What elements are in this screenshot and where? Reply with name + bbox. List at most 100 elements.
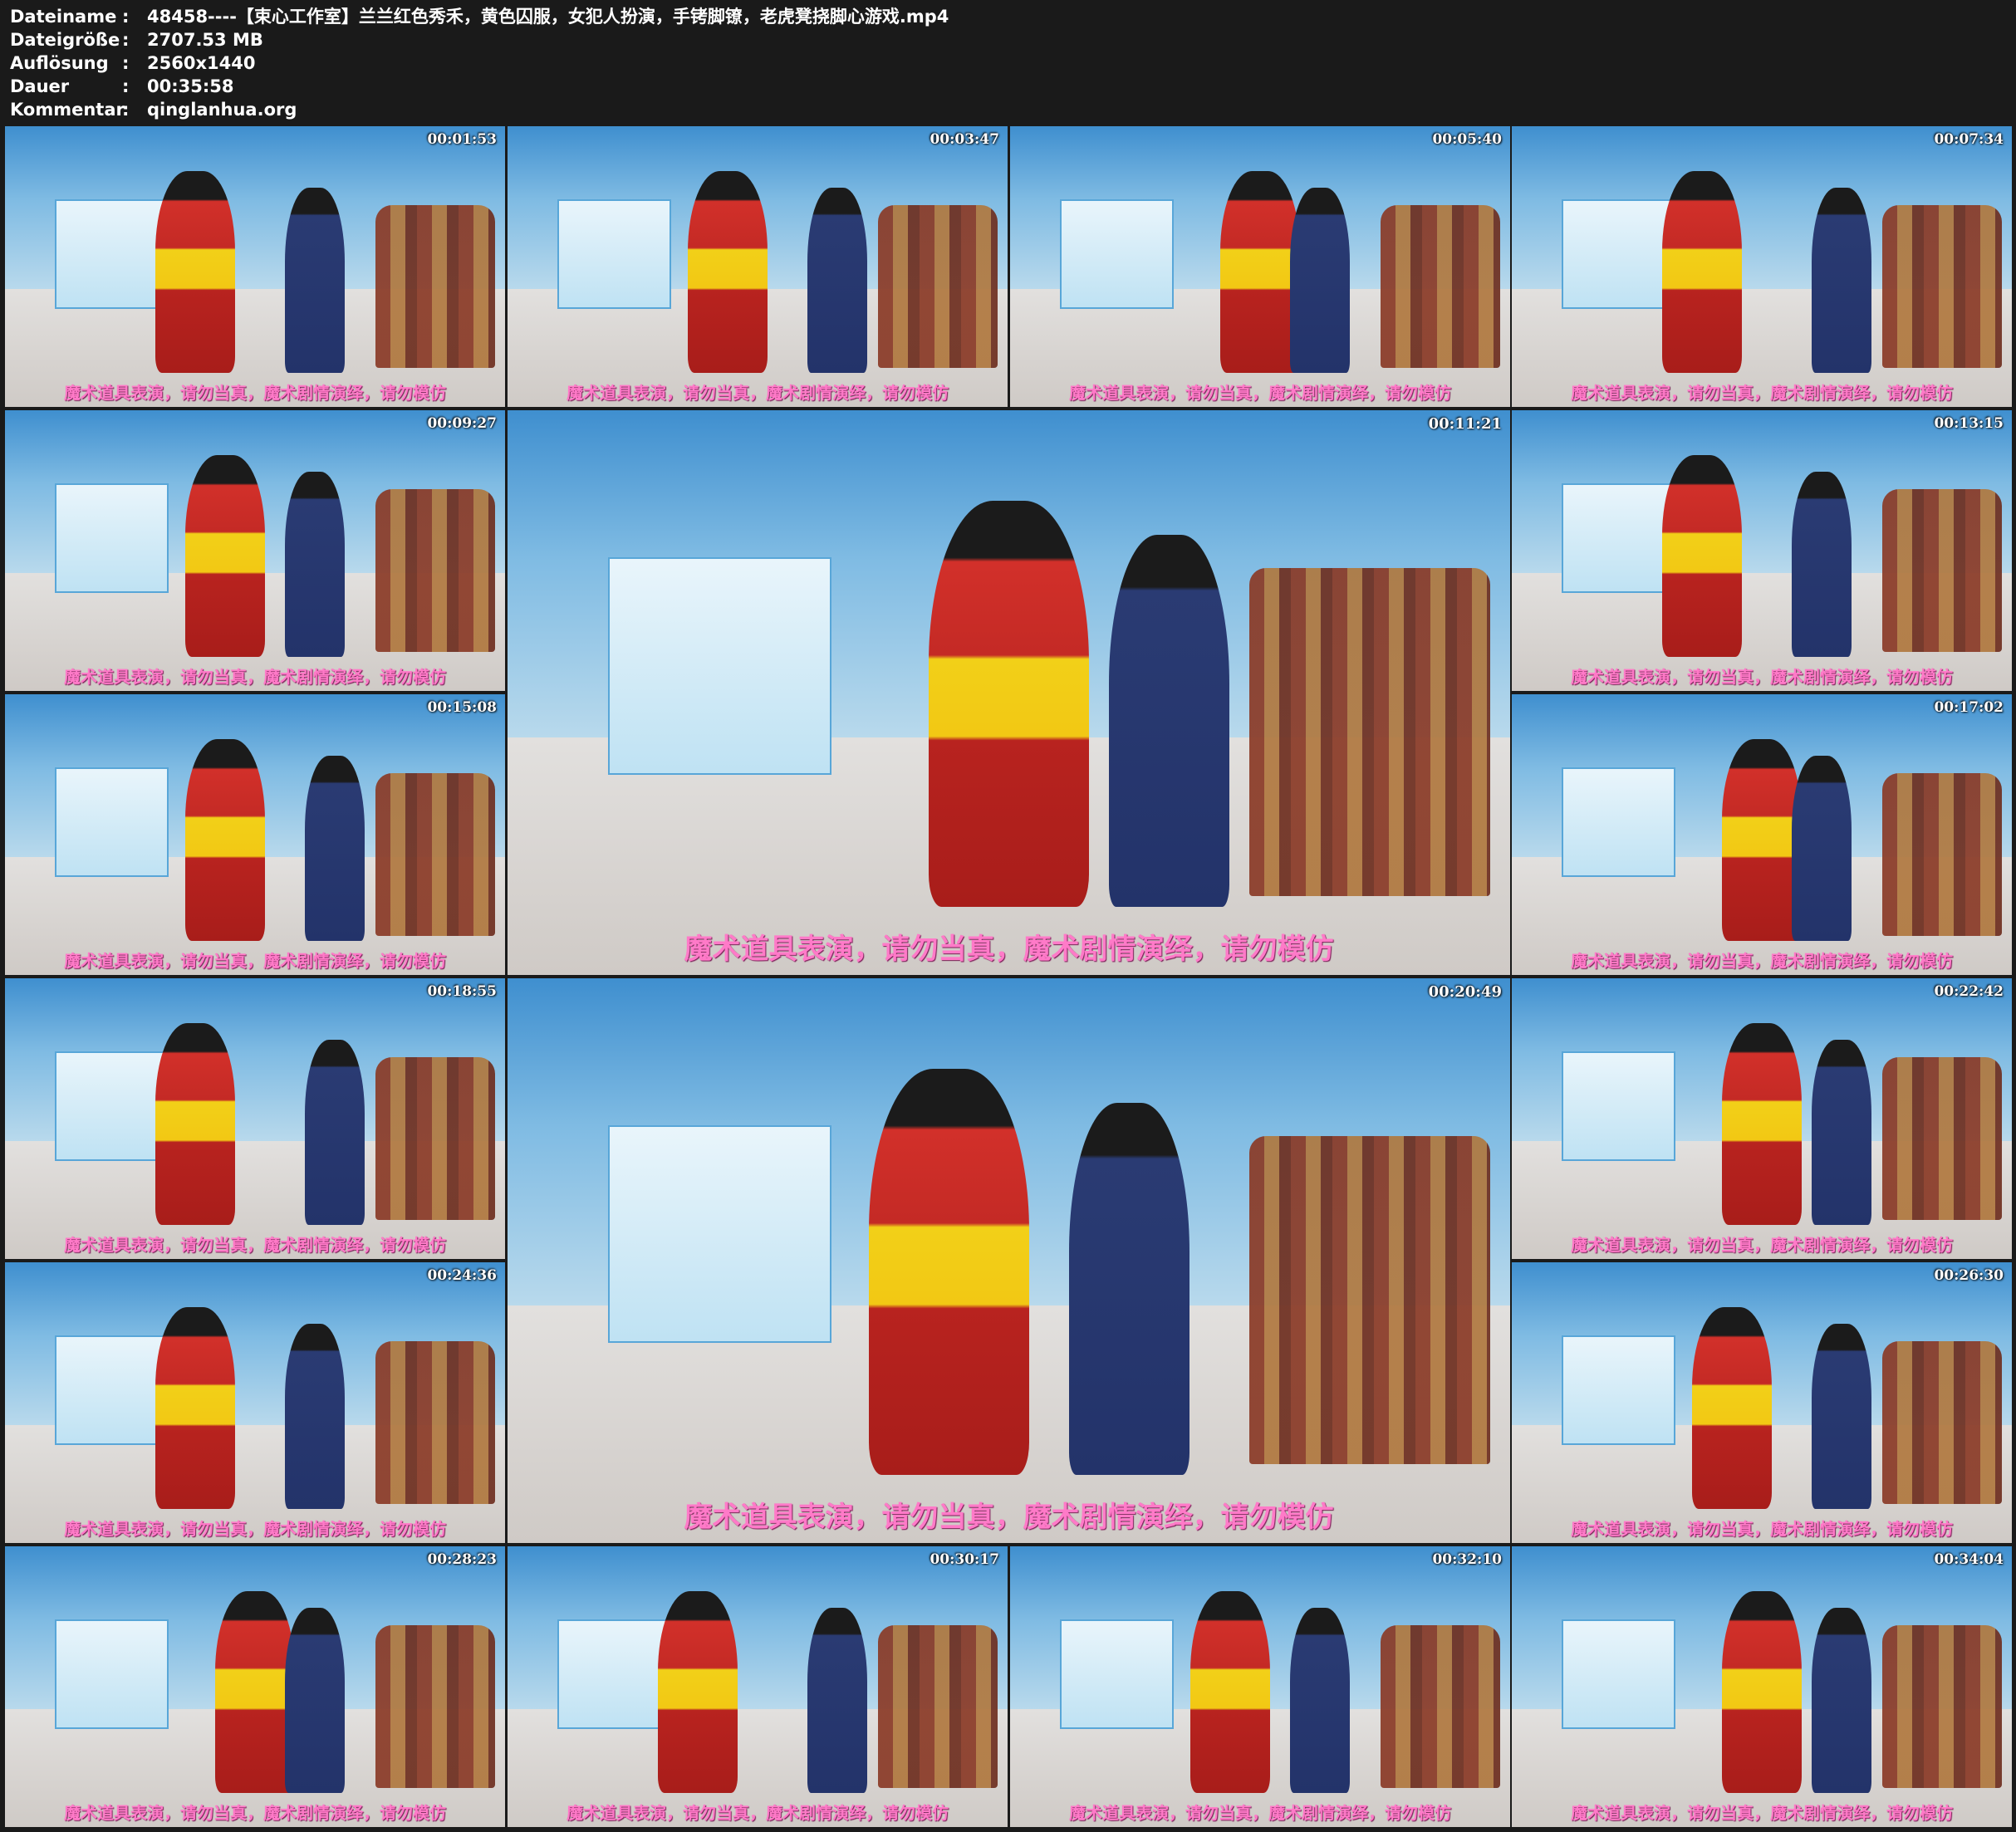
thumbnail-timestamp: 00:26:30: [1934, 1267, 2004, 1284]
scene-person-red: [1721, 1023, 1803, 1226]
meta-value: 2707.53 MB: [147, 30, 263, 50]
scene-poster: [55, 767, 169, 878]
thumbnail-caption: 魔术道具表演，请勿当真，魔术剧情演绎，请勿模仿: [1571, 1803, 1953, 1823]
scene-poster: [1060, 198, 1174, 310]
scene-wooden-props: [1881, 488, 2002, 652]
file-metadata: Dateiname : 48458----【束心工作室】兰兰红色秀禾，黄色囚服，…: [10, 5, 949, 121]
thumbnail-caption: 魔术道具表演，请勿当真，魔术剧情演绎，请勿模仿: [64, 383, 446, 403]
video-thumbnail: 00:28:23 魔术道具表演，请勿当真，魔术剧情演绎，请勿模仿: [5, 1546, 505, 1827]
video-thumbnail: 00:17:02 魔术道具表演，请勿当真，魔术剧情演绎，请勿模仿: [1512, 694, 2012, 975]
scene-poster: [557, 1619, 671, 1730]
video-thumbnail: 00:11:21 魔术道具表演，请勿当真，魔术剧情演绎，请勿模仿: [508, 410, 1510, 975]
scene-wooden-props: [1881, 204, 2002, 368]
scene-person-blue: [1290, 1608, 1351, 1794]
scene-person-blue: [1792, 756, 1852, 942]
thumbnail-timestamp: 00:15:08: [427, 699, 497, 716]
scene-poster: [607, 556, 832, 776]
meta-separator: :: [122, 53, 130, 73]
scene-poster: [1562, 1335, 1675, 1446]
thumbnail-caption: 魔术道具表演，请勿当真，魔术剧情演绎，请勿模仿: [1571, 1519, 1953, 1539]
scene-poster: [1562, 198, 1675, 310]
video-thumbnail: 00:32:10 魔术道具表演，请勿当真，魔术剧情演绎，请勿模仿: [1010, 1546, 1510, 1827]
scene-person-red: [1219, 171, 1301, 374]
scene-person-red: [687, 171, 768, 374]
scene-person-blue: [1812, 1040, 1872, 1226]
video-thumbnail: 00:05:40 魔术道具表演，请勿当真，魔术剧情演绎，请勿模仿: [1010, 126, 1510, 407]
thumbnail-caption: 魔术道具表演，请勿当真，魔术剧情演绎，请勿模仿: [64, 667, 446, 687]
scene-person-red: [1721, 1591, 1803, 1794]
scene-wooden-props: [1881, 1340, 2002, 1504]
scene-wooden-props: [877, 1624, 998, 1788]
thumbnail-timestamp: 00:17:02: [1934, 699, 2004, 716]
thumbnail-caption: 魔术道具表演，请勿当真，魔术剧情演绎，请勿模仿: [1571, 667, 1953, 687]
meta-key: Kommentar: [10, 100, 125, 120]
meta-row-filename: Dateiname : 48458----【束心工作室】兰兰红色秀禾，黄色囚服，…: [10, 5, 949, 28]
scene-person-blue: [305, 1040, 365, 1226]
scene-wooden-props: [1249, 1136, 1490, 1464]
scene-person-blue: [305, 756, 365, 942]
scene-wooden-props: [375, 1624, 495, 1788]
video-thumbnail: 00:22:42 魔术道具表演，请勿当真，魔术剧情演绎，请勿模仿: [1512, 978, 2012, 1259]
meta-separator: :: [122, 76, 130, 96]
scene-poster: [55, 1051, 169, 1162]
meta-separator: :: [122, 100, 130, 120]
scene-poster: [1562, 1051, 1675, 1162]
video-thumbnail: 00:24:36 魔术道具表演，请勿当真，魔术剧情演绎，请勿模仿: [5, 1262, 505, 1543]
video-thumbnail: 00:07:34 魔术道具表演，请勿当真，魔术剧情演绎，请勿模仿: [1512, 126, 2012, 407]
thumbnail-timestamp: 00:30:17: [930, 1551, 999, 1568]
scene-person-blue: [1812, 188, 1872, 374]
thumbnail-caption: 魔术道具表演，请勿当真，魔术剧情演绎，请勿模仿: [567, 1803, 949, 1823]
meta-row-duration: Dauer : 00:35:58: [10, 75, 949, 98]
scene-person-red: [1721, 739, 1803, 942]
scene-poster: [1060, 1619, 1174, 1730]
scene-person-red: [1691, 1307, 1773, 1510]
scene-wooden-props: [375, 488, 495, 652]
scene-person-blue: [1812, 1324, 1872, 1510]
scene-person-blue: [1290, 188, 1351, 374]
scene-person-red: [155, 171, 235, 374]
meta-value: 2560x1440: [147, 53, 256, 73]
scene-person-blue: [285, 188, 346, 374]
thumbnail-timestamp: 00:01:53: [427, 131, 497, 148]
thumbnail-timestamp: 00:09:27: [427, 415, 497, 432]
thumbnail-caption: 魔术道具表演，请勿当真，魔术剧情演绎，请勿模仿: [64, 1803, 446, 1823]
thumbnail-caption: 魔术道具表演，请勿当真，魔术剧情演绎，请勿模仿: [64, 951, 446, 971]
thumbnail-timestamp: 00:28:23: [427, 1551, 497, 1568]
scene-poster: [55, 482, 169, 594]
scene-wooden-props: [375, 1340, 495, 1504]
thumbnail-timestamp: 00:13:15: [1934, 415, 2004, 432]
scene-poster: [1562, 1619, 1675, 1730]
meta-key: Dauer: [10, 76, 70, 96]
thumbnail-caption: 魔术道具表演，请勿当真，魔术剧情演绎，请勿模仿: [684, 933, 1334, 966]
scene-person-red: [928, 500, 1090, 908]
meta-separator: :: [122, 7, 130, 27]
video-thumbnail: 00:01:53 魔术道具表演，请勿当真，魔术剧情演绎，请勿模仿: [5, 126, 505, 407]
video-thumbnail: 00:26:30 魔术道具表演，请勿当真，魔术剧情演绎，请勿模仿: [1512, 1262, 2012, 1543]
video-thumbnail: 00:09:27 魔术道具表演，请勿当真，魔术剧情演绎，请勿模仿: [5, 410, 505, 691]
scene-wooden-props: [1881, 772, 2002, 936]
thumbnail-caption: 魔术道具表演，请勿当真，魔术剧情演绎，请勿模仿: [1571, 951, 1953, 971]
thumbnail-timestamp: 00:18:55: [427, 983, 497, 1000]
thumbnail-timestamp: 00:24:36: [427, 1267, 497, 1284]
scene-person-red: [184, 455, 266, 658]
scene-poster: [607, 1124, 832, 1344]
scene-wooden-props: [375, 1056, 495, 1220]
scene-person-blue: [285, 1324, 346, 1510]
scene-person-blue: [285, 1608, 346, 1794]
thumbnail-caption: 魔术道具表演，请勿当真，魔术剧情演绎，请勿模仿: [684, 1501, 1334, 1534]
thumbnail-timestamp: 00:34:04: [1934, 1551, 2004, 1568]
thumbnail-caption: 魔术道具表演，请勿当真，魔术剧情演绎，请勿模仿: [64, 1519, 446, 1539]
thumbnail-timestamp: 00:22:42: [1934, 983, 2004, 1000]
scene-wooden-props: [1380, 1624, 1500, 1788]
meta-key: Auflösung: [10, 53, 109, 73]
scene-wooden-props: [375, 204, 495, 368]
thumbnail-timestamp: 00:20:49: [1428, 983, 1502, 1001]
meta-value: 00:35:58: [147, 76, 234, 96]
meta-key: Dateiname: [10, 7, 117, 27]
scene-person-red: [155, 1307, 235, 1510]
thumbnail-timestamp: 00:05:40: [1432, 131, 1502, 148]
meta-row-comment: Kommentar : qinglanhua.org: [10, 98, 949, 121]
scene-person-blue: [1068, 1102, 1189, 1476]
scene-person-red: [868, 1068, 1029, 1476]
scene-person-red: [1661, 455, 1742, 658]
